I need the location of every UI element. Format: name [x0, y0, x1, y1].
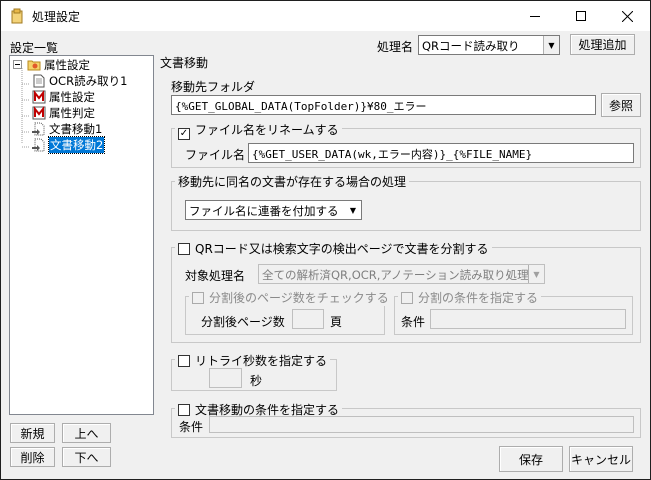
red-m-icon [32, 90, 46, 104]
dest-folder-input[interactable]: {%GET_GLOBAL_DATA(TopFolder)}¥80_エラー [171, 95, 596, 115]
pages-unit: 頁 [330, 315, 343, 329]
split-condition-label: 条件 [401, 315, 426, 329]
tree-node-label: OCR読み取り1 [49, 74, 128, 88]
up-button[interactable]: 上へ [62, 423, 111, 443]
tree-node-label: 文書移動1 [49, 122, 103, 136]
dotted-document-icon [32, 122, 45, 136]
tree-node-attr-judge[interactable]: 属性判定 [32, 105, 95, 121]
tree-node-attr-setting[interactable]: 属性設定 [32, 89, 95, 105]
retry-seconds-input[interactable] [209, 368, 242, 388]
delete-button[interactable]: 削除 [10, 447, 55, 467]
settings-window: 処理設定 設定一覧 属性設定 OCR読み取り1 属性設定 属性判定 文書移動1 … [0, 0, 651, 480]
browse-button[interactable]: 参照 [601, 93, 641, 117]
split-condition-legend: 分割の条件を指定する [418, 291, 539, 305]
minus-icon [15, 64, 20, 65]
minimize-button[interactable] [512, 1, 558, 31]
page-check-checkbox[interactable]: 分割後のページ数をチェックする [189, 289, 392, 306]
duplicate-select[interactable]: ファイル名に連番を付加する ▼ [185, 200, 362, 220]
move-condition-legend: 文書移動の条件を指定する [195, 403, 340, 417]
process-name-label: 処理名 [377, 40, 414, 54]
dest-folder-label: 移動先フォルダ [171, 80, 256, 94]
target-process-value: 全ての解析済QR,OCR,アノテーション読み取り処理 [262, 268, 529, 282]
checkbox-unchecked-icon [178, 243, 190, 255]
window-title: 処理設定 [32, 10, 81, 24]
target-process-select[interactable]: 全ての解析済QR,OCR,アノテーション読み取り処理 ▼ [258, 264, 545, 284]
tree-node-ocr[interactable]: OCR読み取り1 [32, 73, 127, 89]
rename-checkbox[interactable]: ✓ ファイル名をリネームする [175, 121, 342, 140]
retry-unit: 秒 [250, 374, 263, 388]
maximize-icon [576, 11, 586, 21]
tree-node-move1[interactable]: 文書移動1 [32, 121, 102, 137]
filename-label: ファイル名 [185, 148, 246, 162]
rename-legend: ファイル名をリネームする [195, 123, 339, 137]
add-process-button[interactable]: 処理追加 [570, 34, 635, 55]
checkbox-unchecked-icon [401, 292, 413, 304]
tree-node-root[interactable]: 属性設定 [27, 57, 90, 73]
new-button[interactable]: 新規 [10, 423, 55, 443]
settings-tree[interactable]: 属性設定 OCR読み取り1 属性設定 属性判定 文書移動1 文書移動2 [9, 55, 154, 415]
move-condition-label: 条件 [179, 420, 204, 434]
tree-node-label: 属性判定 [49, 106, 95, 120]
filename-input[interactable]: {%GET_USER_DATA(wk,エラー内容)}_{%FILE_NAME} [248, 143, 634, 163]
split-condition-input[interactable] [430, 309, 626, 329]
retry-legend: リトライ秒数を指定する [195, 354, 328, 368]
cancel-button[interactable]: キャンセル [569, 446, 633, 472]
collapse-toggle[interactable] [13, 60, 22, 69]
pages-after-split-label: 分割後ページ数 [201, 315, 285, 329]
tree-node-label: 属性設定 [44, 58, 90, 72]
minimize-icon [530, 15, 540, 17]
section-title: 文書移動 [160, 56, 209, 70]
process-name-select[interactable]: QRコード読み取り ▼ [418, 35, 560, 55]
document-icon [33, 74, 45, 88]
duplicate-value: ファイル名に連番を付加する [189, 204, 339, 218]
down-button[interactable]: 下へ [62, 447, 111, 467]
maximize-button[interactable] [558, 1, 604, 31]
tree-node-move2[interactable]: 文書移動2 [32, 136, 106, 154]
duplicate-legend: 移動先に同名の文書が存在する場合の処理 [175, 173, 410, 190]
page-check-legend: 分割後のページ数をチェックする [209, 291, 389, 305]
save-button[interactable]: 保存 [499, 446, 563, 472]
checkbox-unchecked-icon [178, 404, 190, 416]
title-bar: 処理設定 [1, 1, 650, 31]
chevron-down-icon: ▼ [543, 36, 559, 54]
split-condition-checkbox[interactable]: 分割の条件を指定する [398, 289, 542, 306]
dotted-document-icon [32, 138, 45, 152]
close-icon [621, 10, 633, 22]
folder-icon [27, 60, 41, 71]
checkbox-unchecked-icon [178, 355, 190, 367]
split-legend: QRコード又は検索文字の検出ページで文書を分割する [195, 242, 489, 256]
target-process-label: 対象処理名 [185, 269, 246, 283]
pages-after-split-input[interactable] [292, 309, 324, 329]
chevron-down-icon: ▼ [345, 201, 361, 219]
retry-checkbox[interactable]: リトライ秒数を指定する [175, 352, 331, 369]
tree-node-label-selected: 文書移動2 [47, 136, 106, 154]
settings-list-label: 設定一覧 [10, 41, 59, 55]
close-button[interactable] [604, 1, 650, 31]
tree-node-label: 属性設定 [49, 90, 95, 104]
move-condition-input[interactable] [209, 416, 634, 433]
process-name-value: QRコード読み取り [422, 39, 520, 53]
checkbox-unchecked-icon [192, 292, 204, 304]
split-checkbox[interactable]: QRコード又は検索文字の検出ページで文書を分割する [175, 240, 492, 257]
check-icon: ✓ [178, 128, 190, 140]
red-m-icon [32, 106, 46, 120]
chevron-down-icon: ▼ [528, 265, 544, 283]
app-icon [11, 8, 23, 24]
